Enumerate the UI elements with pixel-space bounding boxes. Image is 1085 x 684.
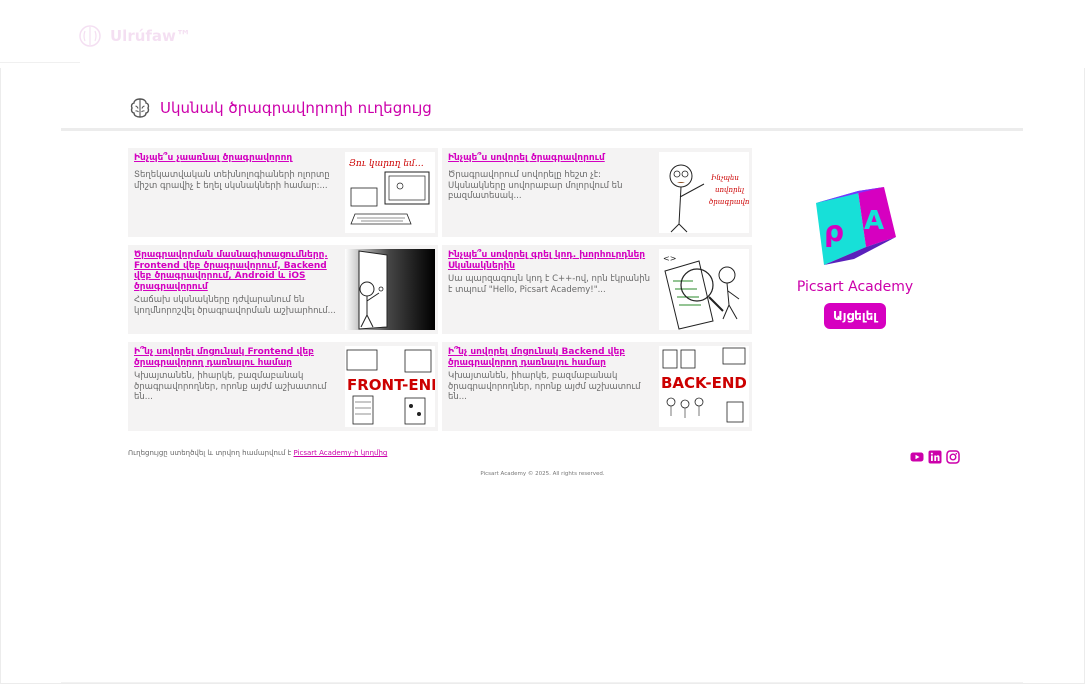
article-title-link[interactable]: Ինչպե՞ս սովորել գրել կոդ. խորհուրդներ Սկ… (448, 250, 652, 271)
footer-note: Ուղեցույցը ստեղծվել և տրվող համարվում է … (128, 449, 387, 457)
page-heading: Սկսնակ ծրագրավորողի ուղեցույց (128, 96, 432, 120)
copyright-text: Picsart Academy © 2025. All rights reser… (480, 471, 605, 477)
svg-text:A: A (864, 206, 884, 236)
article-description: Սա պարզագույն կոդ է C++-ով, որն էկրանին … (448, 274, 650, 295)
magnifier-sketch-icon: <> (663, 254, 740, 330)
instagram-icon[interactable] (946, 449, 960, 464)
linkedin-icon[interactable] (928, 449, 942, 464)
svg-text:BACK-END: BACK-END (661, 374, 747, 392)
computer-sketch-icon: Յու կարող եմ… (349, 159, 430, 225)
bottom-divider (61, 682, 1023, 683)
svg-text:Յու կարող եմ…: Յու կարող եմ… (349, 159, 424, 169)
article-thumbnail[interactable]: Ինչպես սովորել ծրագրավորում (659, 152, 752, 233)
top-divider (0, 62, 80, 63)
article-thumbnail[interactable]: FRONT-END (345, 346, 438, 427)
article-card[interactable]: Ի՞նչ սովորել մոցունակ Backend վեբ ծրագրա… (442, 342, 752, 431)
picsart-academy-logo-icon: ρ A (816, 187, 896, 265)
svg-text:ρ: ρ (824, 215, 844, 248)
article-title-link[interactable]: Ի՞նչ սովորել մոցունակ Backend վեբ ծրագրա… (448, 347, 652, 368)
teacher-sketch-icon: Ինչպես սովորել ծրագրավորում (669, 164, 752, 233)
svg-text:<>: <> (663, 254, 676, 263)
article-card[interactable]: Ինչպե՞ս սովորել գրել կոդ. խորհուրդներ Սկ… (442, 245, 752, 334)
logo-text: Ulrúfaw™ (110, 27, 191, 45)
article-card[interactable]: Ինչպե՞ս սովորել ծրագրավորում Ծրագրավորու… (442, 148, 752, 237)
picsart-academy-link[interactable]: Picsart Academy-ի կողմից (294, 449, 388, 457)
svg-text:սովորել: սովորել (715, 186, 745, 194)
frontend-sketch-icon: FRONT-END (346, 349, 438, 425)
social-links (910, 449, 960, 464)
site-logo[interactable]: Ulrúfaw™ (78, 24, 191, 48)
article-card[interactable]: Ծրագրավորման մասնագիտացումները. Frontend… (128, 245, 438, 334)
svg-text:ծրագրավորում: ծրագրավորում (709, 198, 749, 206)
article-card[interactable]: Ի՞նչ սովորել մոցունակ Frontend վեբ ծրագր… (128, 342, 438, 431)
heading-divider (61, 128, 1023, 131)
svg-text:FRONT-END: FRONT-END (347, 376, 435, 394)
article-thumbnail[interactable]: <> (659, 249, 749, 330)
backend-sketch-icon: BACK-END (661, 347, 747, 423)
visit-button[interactable]: Այցելել (824, 303, 886, 329)
article-description: Կխայտանեն, իհարկե, բազմաբանակ ծրագրավորո… (448, 371, 641, 402)
article-description: Կխայտանեն, իհարկե, բազմաբանակ ծրագրավորո… (134, 371, 327, 402)
article-title-link[interactable]: Ի՞նչ սովորել մոցունակ Frontend վեբ ծրագր… (134, 347, 338, 368)
article-thumbnail[interactable]: BACK-END (659, 346, 749, 427)
article-title-link[interactable]: Ինչպե՞ս սովորել ծրագրավորում (448, 153, 652, 164)
article-description: Տեղեկատվական տեխնոլոգիաների ոլորտը միշտ … (134, 170, 330, 191)
brain-logo-icon (79, 25, 101, 47)
article-description: Ծրագրավորում սովորելը hեշտ չէ: Սկսնակներ… (448, 170, 623, 201)
article-thumbnail[interactable] (345, 249, 435, 330)
brain-icon (130, 98, 150, 118)
article-thumbnail[interactable]: Յու կարող եմ… (345, 152, 435, 233)
top-bar: Ulrúfaw™ (0, 0, 1085, 68)
article-description: Հաճախ սկսնակները դժվարանում են կողմնորոշ… (134, 295, 336, 316)
door-sketch-icon (345, 249, 435, 330)
article-card[interactable]: Ինչպե՞ս չաառնալ ծրագրավորող Տեղեկատվական… (128, 148, 438, 237)
youtube-icon[interactable] (910, 449, 924, 463)
article-title-link[interactable]: Ինչպե՞ս չաառնալ ծրագրավորող (134, 153, 338, 164)
svg-text:Ինչպես: Ինչպես (711, 174, 739, 182)
promo-name: Picsart Academy (796, 279, 914, 295)
footer-note-text: Ուղեցույցը ստեղծվել և տրվող համարվում է (128, 449, 292, 457)
article-grid: Ինչպե՞ս չաառնալ ծրագրավորող Տեղեկատվական… (128, 148, 752, 431)
article-title-link[interactable]: Ծրագրավորման մասնագիտացումները. Frontend… (134, 250, 338, 292)
page-title: Սկսնակ ծրագրավորողի ուղեցույց (160, 99, 432, 117)
